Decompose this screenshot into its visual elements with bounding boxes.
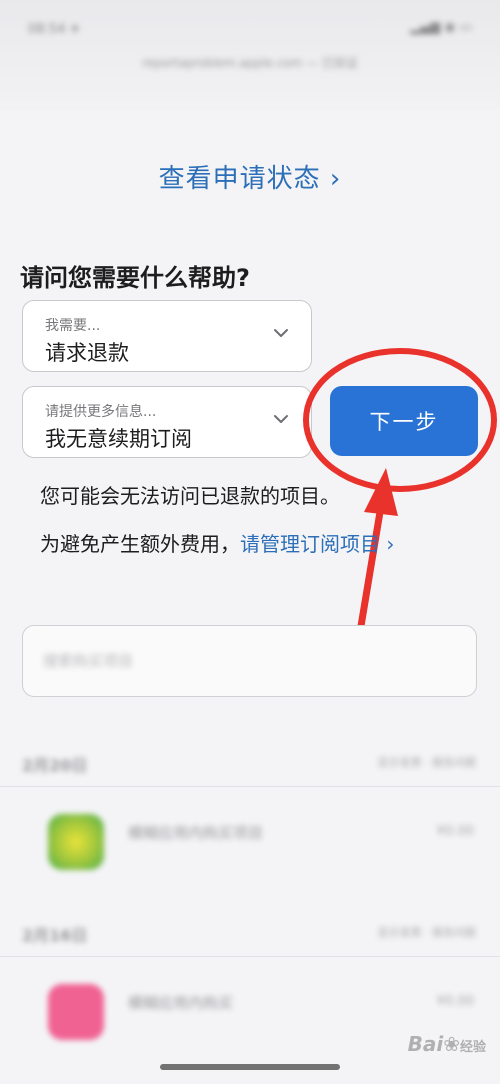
watermark-suffix: 经验 [459,1040,486,1055]
app-icon [48,984,104,1040]
more-info-select-label: 请提供更多信息... [45,404,157,420]
search-purchases-input[interactable]: 搜索购买项目 [22,625,477,697]
purchase-price: ¥0.00 [436,994,474,1009]
home-indicator [160,1064,340,1070]
next-button[interactable]: 下一步 [330,386,478,456]
purchase-name: 模糊应用内购买项目 [128,824,264,842]
app-icon [48,814,104,870]
paw-icon: ❀ [443,1032,460,1056]
refund-notice: 您可能会无法访问已退款的项目。 [40,484,340,508]
purchase-row[interactable]: 模糊应用内购买项目 ¥0.00 [0,800,500,890]
status-icons: ▂▄▆ ◉ ▭ [410,20,472,35]
purchase-date-action[interactable]: 显示发票 · 报告问题 [378,924,477,940]
purchase-date-action[interactable]: 显示发票 · 报告问题 [378,754,477,770]
url-bar[interactable]: reportaproblem.apple.com — 已验证 [0,54,500,71]
more-info-select-value: 我无意续期订阅 [45,427,192,451]
need-select-value: 请求退款 [45,341,129,365]
extra-charge-notice: 为避免产生额外费用，请管理订阅项目 › [40,528,394,557]
check-status-link[interactable]: 查看申请状态 › [0,158,500,195]
watermark-logo: Bai [407,1032,444,1056]
purchase-name: 模糊应用内购买 [128,994,234,1012]
chevron-down-icon [274,329,288,337]
chevron-down-icon [274,415,288,423]
divider [0,786,500,787]
need-select-label: 我需要... [45,318,101,334]
search-placeholder: 搜索购买项目 [43,652,134,670]
purchase-price: ¥0.00 [436,824,474,839]
manage-subscriptions-link[interactable]: 请管理订阅项目 › [240,532,394,556]
divider [0,956,500,957]
more-info-select[interactable]: 请提供更多信息... 我无意续期订阅 [22,386,312,458]
baidu-watermark: Bai❀经验 [408,1032,486,1056]
browser-chrome: 08:54 ✈ ▂▄▆ ◉ ▭ reportaproblem.apple.com… [0,0,500,110]
purchase-date-header: 2月20日 [22,756,88,775]
extra-charge-text: 为避免产生额外费用， [40,532,240,556]
help-title: 请问您需要什么帮助? [20,264,250,292]
purchase-date-header: 2月16日 [22,926,88,945]
need-select[interactable]: 我需要... 请求退款 [22,300,312,372]
status-time: 08:54 ✈ [28,22,81,37]
